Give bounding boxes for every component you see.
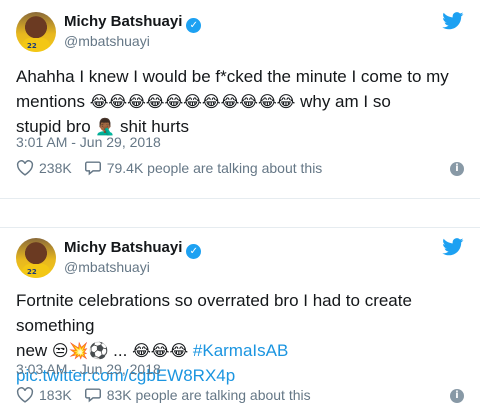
heart-icon[interactable] (16, 387, 34, 403)
talking-about-text[interactable]: 79.4K people are talking about this (107, 160, 323, 176)
tweet-divider (0, 198, 480, 228)
author-name[interactable]: Michy Batshuayi ✓ (64, 13, 202, 33)
author-handle[interactable]: @mbatshuayi (64, 33, 150, 49)
tweet-timestamp[interactable]: 3:03 AM - Jun 29, 2018 (16, 361, 161, 377)
talking-about-text[interactable]: 83K people are talking about this (107, 387, 311, 403)
author-name-text: Michy Batshuayi (64, 13, 183, 30)
reply-bubble-icon[interactable] (84, 387, 102, 403)
unamused-collision-soccer-emoji-group: 😒💥⚽ (51, 341, 109, 360)
author-name[interactable]: Michy Batshuayi ✓ (64, 239, 202, 259)
laughing-emoji-group: 😂😂😂😂😂😂😂😂😂😂😂 (89, 92, 296, 111)
like-count[interactable]: 238K (39, 160, 72, 176)
tweet-text-line1: Ahahha I knew I would be f*cked the minu… (16, 67, 449, 86)
twitter-bird-icon[interactable] (442, 12, 464, 30)
info-icon[interactable]: i (450, 389, 464, 403)
tweet-text-line2-suffix: why am I so (295, 92, 391, 111)
tweet-actions: 183K 83K people are talking about this (16, 387, 311, 403)
avatar-jersey-number: 22 (27, 268, 37, 276)
tweet-text-line2-prefix: new (16, 341, 52, 360)
avatar[interactable]: 22 (16, 238, 56, 278)
heart-icon[interactable] (16, 160, 34, 176)
tweet-text-line1: Fortnite celebrations so overrated bro I… (16, 291, 417, 335)
tweet-card: 22 Michy Batshuayi ✓ @mbatshuayi Fortnite… (0, 228, 480, 416)
info-icon[interactable]: i (450, 162, 464, 176)
avatar-jersey-number: 22 (27, 42, 37, 50)
tweet-actions: 238K 79.4K people are talking about this (16, 160, 322, 176)
verified-badge-icon: ✓ (186, 244, 202, 259)
avatar[interactable]: 22 (16, 12, 56, 52)
tweet-card: 22 Michy Batshuayi ✓ @mbatshuayi Ahahha I… (0, 0, 480, 198)
tweet-text-ellipsis: ... (108, 341, 133, 360)
author-handle[interactable]: @mbatshuayi (64, 259, 150, 275)
twitter-bird-icon[interactable] (442, 238, 464, 256)
tweet-text: Ahahha I knew I would be f*cked the minu… (16, 64, 468, 139)
reply-bubble-icon[interactable] (84, 160, 102, 176)
verified-badge-icon: ✓ (186, 18, 202, 33)
author-name-text: Michy Batshuayi (64, 239, 183, 256)
tweet-text-line2-prefix: mentions (16, 92, 90, 111)
like-count[interactable]: 183K (39, 387, 72, 403)
tweet-timestamp[interactable]: 3:01 AM - Jun 29, 2018 (16, 134, 161, 150)
hashtag-link[interactable]: #KarmaIsAB (188, 341, 288, 360)
laughing-emoji-group: 😂😂😂 (132, 341, 189, 360)
